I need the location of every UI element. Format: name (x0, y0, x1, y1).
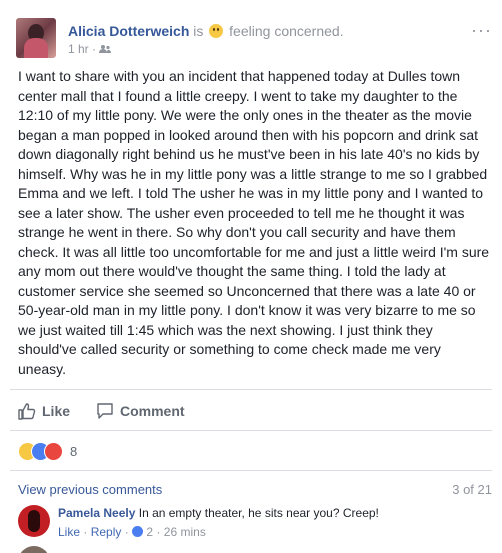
comment-count: 3 of 21 (452, 482, 492, 497)
comment-sep: · (124, 525, 129, 539)
comment-time[interactable]: 26 mins (164, 525, 206, 539)
comment-like-icon (132, 526, 144, 537)
divider (10, 470, 492, 471)
author-avatar[interactable] (16, 18, 56, 58)
comment-like-link[interactable]: Like (58, 525, 80, 539)
more-options-button[interactable]: ··· (471, 20, 492, 41)
friends-icon[interactable] (99, 44, 112, 54)
comment-author-avatar[interactable] (18, 505, 50, 537)
thumbs-up-icon (18, 403, 36, 420)
post-meta: 1 hr · (68, 42, 112, 56)
post-body: I want to share with you an incident tha… (18, 68, 490, 377)
meta-separator: · (92, 42, 97, 56)
post-headline: Alicia Dotterweich is feeling concerned. (68, 23, 344, 39)
comment-author[interactable]: Pamela Neely (58, 506, 135, 520)
concerned-emoji-icon (209, 24, 224, 38)
view-previous-comments-link[interactable]: View previous comments (18, 482, 162, 497)
comment-sep: · (156, 525, 161, 539)
author-name[interactable]: Alicia Dotterweich (68, 23, 189, 39)
comment-label: Comment (120, 403, 185, 419)
feeling-prefix: is (193, 23, 204, 39)
divider (10, 389, 492, 390)
like-button[interactable]: Like (18, 402, 70, 420)
comment-reply-link[interactable]: Reply (91, 525, 122, 539)
next-comment-avatar[interactable] (18, 546, 50, 553)
feeling-text[interactable]: feeling concerned. (229, 23, 343, 39)
comment-like-count[interactable]: 2 (146, 525, 153, 539)
reaction-count[interactable]: 8 (70, 444, 77, 459)
comment-sep: · (83, 525, 88, 539)
comment-text: Pamela Neely In an empty theater, he sit… (58, 506, 379, 520)
post-header: Alicia Dotterweich is feeling concerned.… (16, 18, 492, 62)
angry-icon (44, 442, 63, 461)
comment-meta: Like · Reply · 2 · 26 mins (58, 525, 206, 539)
like-label: Like (42, 403, 71, 419)
divider (10, 430, 492, 431)
comment-body: In an empty theater, he sits near you? C… (138, 506, 379, 520)
post-card: Alicia Dotterweich is feeling concerned.… (0, 0, 502, 553)
comment-button[interactable]: Comment (96, 402, 185, 420)
post-time[interactable]: 1 hr (68, 42, 89, 56)
comment-icon (97, 403, 113, 419)
